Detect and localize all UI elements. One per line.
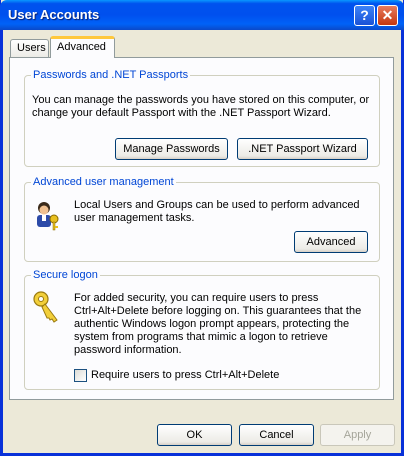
window-border-left	[0, 30, 3, 456]
close-button[interactable]: ✕	[377, 5, 398, 26]
passwords-description: You can manage the passwords you have st…	[32, 94, 370, 119]
title-bar[interactable]: User Accounts ? ✕	[0, 0, 404, 30]
tab-advanced[interactable]: Advanced	[50, 36, 115, 58]
require-ctrl-alt-delete-checkbox[interactable]	[74, 369, 87, 382]
tab-users[interactable]: Users	[10, 39, 49, 57]
window-title: User Accounts	[8, 7, 100, 22]
require-ctrl-alt-delete-label[interactable]: Require users to press Ctrl+Alt+Delete	[91, 369, 279, 381]
advanced-button[interactable]: Advanced	[294, 231, 368, 253]
apply-button[interactable]: Apply	[320, 424, 395, 446]
cancel-button[interactable]: Cancel	[239, 424, 314, 446]
passwords-group-legend: Passwords and .NET Passports	[31, 69, 191, 81]
ok-button[interactable]: OK	[157, 424, 232, 446]
users-key-icon	[37, 202, 59, 231]
passport-wizard-button[interactable]: .NET Passport Wizard	[237, 138, 368, 160]
advanced-management-legend: Advanced user management	[31, 176, 176, 188]
help-button[interactable]: ?	[354, 5, 375, 26]
secure-logon-description: For added security, you can require user…	[74, 292, 362, 356]
secure-logon-legend: Secure logon	[31, 269, 100, 281]
key-icon	[33, 291, 58, 323]
manage-passwords-button[interactable]: Manage Passwords	[115, 138, 228, 160]
advanced-management-description: Local Users and Groups can be used to pe…	[74, 199, 360, 224]
